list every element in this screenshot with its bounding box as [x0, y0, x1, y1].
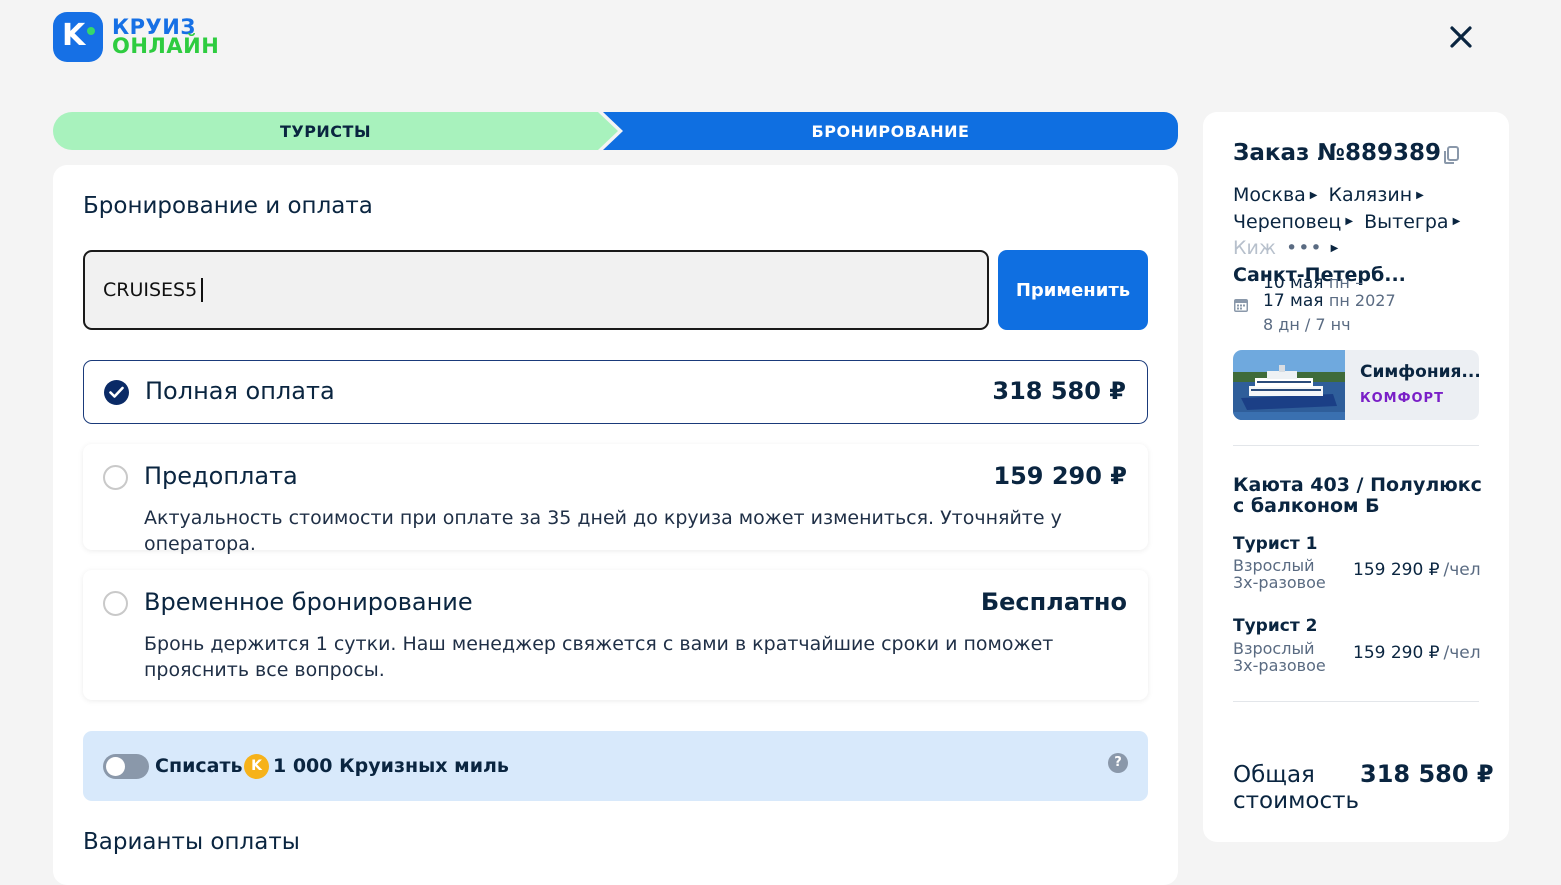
order-summary: Заказ №889389 Москва ▶ Калязин ▶ Череповец… [1203, 112, 1509, 842]
step-booking[interactable]: БРОНИРОВАНИЕ [603, 112, 1178, 150]
close-button[interactable] [1446, 22, 1476, 52]
tourist-name: Турист 1 [1233, 534, 1318, 554]
option-title: Временное бронирование [144, 588, 473, 616]
check-icon [109, 386, 124, 398]
ship-name: Симфония... [1360, 362, 1479, 382]
step-tourists[interactable]: ТУРИСТЫ [53, 112, 618, 150]
ship-image [1233, 350, 1345, 420]
option-price: Бесплатно [980, 588, 1127, 616]
ship-card[interactable]: Симфония... КОМФОРТ [1233, 350, 1479, 420]
miles-box: Списать K 1 000 Круизных миль ? [83, 731, 1148, 801]
divider [1233, 701, 1479, 702]
section-title: Бронирование и оплата [83, 193, 373, 219]
total-label: Общая стоимость [1233, 762, 1360, 814]
cruise-dates: 10 мая пн – 17 мая пн 2027 [1263, 273, 1396, 311]
option-description: Бронь держится 1 сутки. Наш менеджер свя… [144, 633, 1054, 681]
logo[interactable]: K КРУИЗ ОНЛАЙН [53, 12, 219, 62]
radio-selected[interactable] [104, 380, 129, 405]
tourist-type: Взрослый 3х-разовое [1233, 639, 1326, 675]
payment-option-temporary[interactable]: Временное бронирование Бесплатно Бронь д… [83, 570, 1148, 700]
tourist-price: 159 290 ₽/чел [1353, 560, 1481, 580]
arrow-right-icon: ▶ [1452, 216, 1461, 227]
route-more[interactable]: ••• [1286, 237, 1323, 259]
radio-unselected[interactable] [103, 591, 128, 616]
payment-variants-title: Варианты оплаты [83, 829, 300, 855]
tourist-name: Турист 2 [1233, 616, 1318, 636]
arrow-right-icon: ▶ [1309, 189, 1318, 201]
option-title: Предоплата [144, 462, 298, 490]
coin-icon: K [244, 754, 269, 779]
tourist-price: 159 290 ₽/чел [1353, 643, 1481, 663]
total-value: 318 580 ₽ [1360, 760, 1494, 788]
cabin-title: Каюта 403 / Полулюкс с балконом Б [1233, 474, 1482, 517]
text-caret [201, 278, 203, 302]
option-price: 318 580 ₽ [992, 377, 1126, 405]
payment-option-full[interactable]: Полная оплата 318 580 ₽ [83, 360, 1148, 424]
arrow-right-icon: ▶ [1345, 216, 1354, 227]
help-icon[interactable]: ? [1108, 753, 1128, 773]
booking-card: Бронирование и оплата Применить Полная о… [53, 165, 1178, 885]
apply-promo-button[interactable]: Применить [998, 250, 1148, 330]
arrow-right-icon: ▶ [1330, 242, 1339, 254]
option-price: 159 290 ₽ [993, 462, 1127, 490]
payment-option-prepayment[interactable]: Предоплата 159 290 ₽ Актуальность стоимо… [83, 444, 1148, 555]
miles-toggle[interactable] [103, 754, 149, 779]
cruise-duration: 8 дн / 7 нч [1263, 315, 1351, 334]
divider [1233, 445, 1479, 446]
stepper: ТУРИСТЫ БРОНИРОВАНИЕ [53, 112, 1178, 150]
tourist-type: Взрослый 3х-разовое [1233, 556, 1326, 592]
radio-unselected[interactable] [103, 465, 128, 490]
logo-icon: K [53, 12, 103, 62]
miles-amount: 1 000 Круизных миль [273, 755, 509, 777]
calendar-icon [1234, 299, 1248, 312]
miles-label: Списать [155, 755, 243, 777]
copy-icon[interactable] [1441, 144, 1463, 166]
option-description: Актуальность стоимости при оплате за 35 … [144, 507, 1062, 555]
arrow-right-icon: ▶ [1416, 189, 1424, 201]
ship-class: КОМФОРТ [1360, 391, 1444, 406]
logo-text: КРУИЗ ОНЛАЙН [112, 15, 220, 58]
order-title: Заказ №889389 [1233, 140, 1442, 166]
close-icon [1450, 26, 1472, 48]
option-title: Полная оплата [145, 377, 335, 405]
route: Москва ▶ Калязин ▶ Череповец ▶ Вытегра ▶ Киж… [1233, 184, 1461, 286]
promo-code-input[interactable] [83, 250, 989, 330]
